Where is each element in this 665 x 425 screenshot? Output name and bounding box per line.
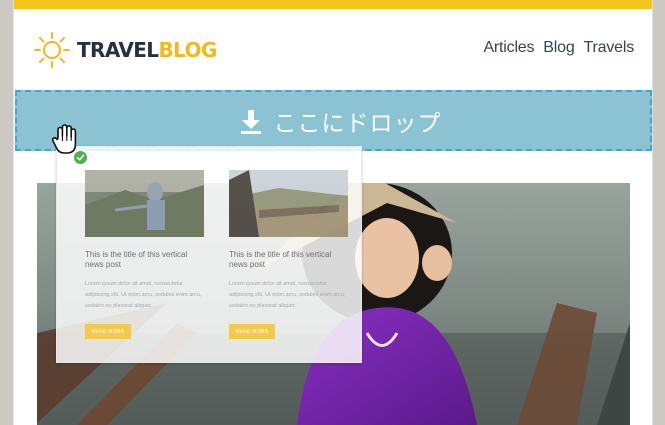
top-accent-bar	[14, 0, 652, 9]
sun-icon	[34, 32, 70, 68]
nav-link-blog[interactable]: Blog	[543, 39, 574, 57]
news-card-body: Lorem ipsum dolor sit amet, consectetur …	[85, 281, 202, 309]
news-card: This is the title of this vertical news …	[229, 170, 348, 339]
dragged-block-preview[interactable]: This is the title of this vertical news …	[56, 146, 362, 363]
news-card-body: Lorem ipsum dolor sit amet, consectetur …	[229, 281, 346, 309]
news-card: This is the title of this vertical news …	[85, 170, 204, 339]
news-card-title: This is the title of this vertical news …	[85, 250, 188, 269]
main-nav: Articles Blog Travels	[483, 39, 634, 57]
check-badge-icon	[73, 150, 88, 165]
news-card-title: This is the title of this vertical news …	[229, 250, 332, 269]
read-more-button: READ MORE	[85, 324, 131, 339]
drop-zone-content: ここにドロップ	[240, 104, 442, 138]
header: TRAVELBLOG Articles Blog Travels	[14, 9, 652, 88]
logo[interactable]: TRAVELBLOG	[33, 31, 217, 69]
download-arrow-icon	[240, 109, 261, 134]
drop-zone[interactable]: ここにドロップ	[15, 90, 652, 151]
news-card-image	[85, 170, 204, 237]
read-more-button: READ MORE	[229, 324, 275, 339]
logo-text: TRAVELBLOG	[77, 38, 217, 62]
email-template-canvas: TRAVELBLOG Articles Blog Travels ここにドロップ…	[13, 0, 653, 425]
logo-text-travel: TRAVEL	[77, 38, 159, 62]
news-card-image	[229, 170, 348, 237]
drop-zone-label: ここにドロップ	[273, 110, 442, 137]
nav-link-articles[interactable]: Articles	[483, 39, 534, 57]
logo-text-blog: BLOG	[158, 38, 217, 62]
nav-link-travels[interactable]: Travels	[584, 39, 635, 57]
